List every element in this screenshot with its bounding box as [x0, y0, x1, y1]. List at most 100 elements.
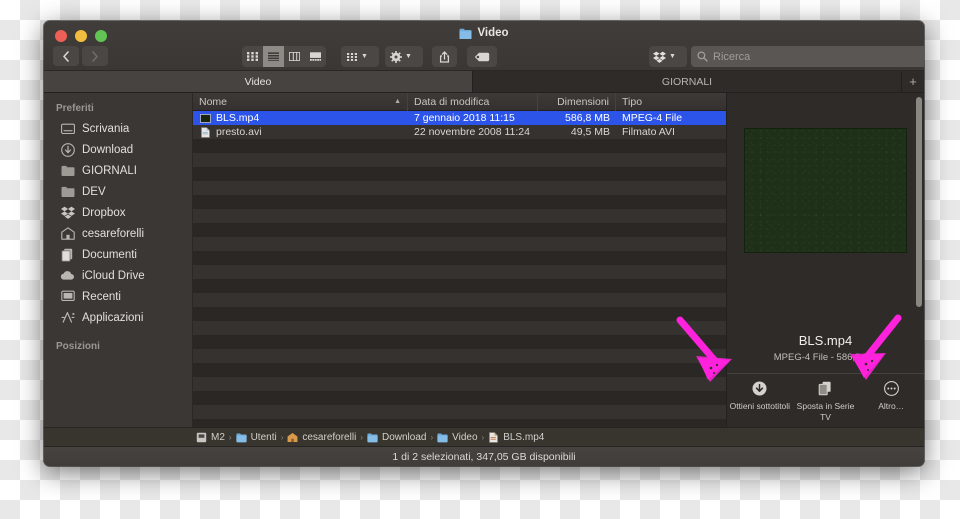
- chevron-up-icon: ▲: [394, 98, 401, 105]
- breadcrumb-separator: ›: [360, 432, 363, 442]
- empty-row: [193, 335, 726, 349]
- sidebar-item-cesareforelli[interactable]: cesareforelli: [44, 223, 192, 244]
- sidebar-item-applicazioni[interactable]: Applicazioni: [44, 307, 192, 328]
- video-preview-thumbnail: [744, 128, 907, 253]
- breadcrumb-cesareforelli[interactable]: cesareforelli: [287, 432, 356, 443]
- back-button[interactable]: [53, 46, 79, 66]
- tab-video[interactable]: Video: [44, 71, 473, 92]
- sidebar-item-dropbox[interactable]: Dropbox: [44, 202, 192, 223]
- breadcrumb-separator: ›: [280, 432, 284, 442]
- altro-button[interactable]: Altro…: [858, 380, 924, 427]
- share-button[interactable]: [432, 46, 457, 67]
- sposta-in-serie-tv-button[interactable]: Sposta in Serie TV: [793, 380, 859, 427]
- gear-icon-wrap: [385, 46, 406, 67]
- breadcrumb-video[interactable]: Video: [437, 431, 478, 443]
- gear-icon: [389, 50, 402, 63]
- breadcrumb-label: Utenti: [250, 431, 277, 443]
- action-menu-button[interactable]: ▼: [385, 46, 423, 67]
- list-view-icon: [268, 52, 279, 61]
- empty-row: [193, 363, 726, 377]
- chevron-left-icon: [63, 50, 69, 62]
- column-header-tipo[interactable]: Tipo: [616, 93, 726, 111]
- preview-thumbnail-wrap: [727, 93, 924, 333]
- file-name: BLS.mp4: [216, 112, 260, 124]
- list-view-button[interactable]: [263, 46, 284, 67]
- folder-icon: [236, 433, 247, 442]
- sidebar-item-scrivania[interactable]: Scrivania: [44, 118, 192, 139]
- arrange-by-button[interactable]: ▼: [341, 46, 379, 67]
- sidebar-item-label: Dropbox: [82, 206, 126, 219]
- column-header-nome[interactable]: Nome ▲: [193, 92, 408, 111]
- new-tab-button[interactable]: +: [902, 71, 924, 92]
- arrange-grid-icon: [346, 52, 357, 61]
- column-header-data[interactable]: Data di modifica: [408, 92, 538, 111]
- breadcrumb-m2[interactable]: M2: [196, 432, 225, 443]
- file-icon: [489, 431, 499, 443]
- sidebar-item-documenti[interactable]: Documenti: [44, 244, 192, 265]
- table-row[interactable]: presto.avi 22 novembre 2008 11:24 49,5 M…: [193, 125, 726, 139]
- column-header-dimensioni[interactable]: Dimensioni: [538, 92, 616, 111]
- cell-date: 22 novembre 2008 11:24: [414, 126, 530, 138]
- sidebar-item-recenti[interactable]: Recenti: [44, 286, 192, 307]
- preview-file-subtitle: MPEG-4 File - 586,8 MB: [773, 352, 878, 363]
- sidebar: Preferiti Scrivania Download GIORNALI DE…: [44, 93, 193, 427]
- search-field[interactable]: Ricerca: [691, 46, 924, 67]
- folder-icon: [60, 184, 75, 199]
- empty-row: [193, 251, 726, 265]
- desktop-icon: [60, 121, 75, 136]
- recents-icon: [60, 289, 75, 304]
- navigation-buttons: [53, 46, 108, 66]
- tab-giornali[interactable]: GIORNALI: [473, 71, 902, 92]
- preview-file-name: BLS.mp4: [798, 333, 853, 348]
- page-title: Video: [477, 27, 509, 39]
- folder-icon: [367, 433, 378, 442]
- file-rows: BLS.mp4 7 gennaio 2018 11:15 586,8 MB MP…: [193, 111, 726, 427]
- empty-row: [193, 279, 726, 293]
- ottieni-sottotitoli-button[interactable]: Ottieni sottotitoli: [727, 380, 793, 427]
- breadcrumb-bls-mp4[interactable]: BLS.mp4: [488, 432, 544, 443]
- forward-button[interactable]: [82, 46, 108, 66]
- breadcrumb-download[interactable]: Download: [367, 432, 426, 443]
- breadcrumb-utenti[interactable]: Utenti: [236, 432, 277, 443]
- breadcrumb-separator: ›: [430, 432, 434, 442]
- sidebar-item-label: Scrivania: [82, 122, 130, 135]
- empty-row: [193, 391, 726, 405]
- window-body: Preferiti Scrivania Download GIORNALI DE…: [44, 92, 924, 427]
- cell-type: Filmato AVI: [622, 126, 675, 138]
- sidebar-item-download[interactable]: Download: [44, 139, 192, 160]
- sidebar-section-posizioni: Posizioni: [56, 341, 100, 352]
- sidebar-item-label: Applicazioni: [82, 311, 144, 324]
- breadcrumb-separator: ›: [228, 432, 232, 442]
- arrange-grid-icon-wrap: [341, 46, 362, 67]
- sidebar-item-giornali[interactable]: GIORNALI: [44, 160, 192, 181]
- preview-actions: Ottieni sottotitoli Sposta in Serie TV A…: [727, 373, 924, 427]
- dropbox-icon-wrap: [649, 46, 670, 67]
- column-view-icon: [289, 52, 300, 61]
- search-placeholder: Ricerca: [713, 50, 751, 63]
- download-circle-icon: [751, 380, 768, 397]
- cloud-icon: [60, 268, 75, 283]
- preview-scrollbar[interactable]: [916, 97, 922, 307]
- column-view-button[interactable]: [284, 46, 305, 67]
- sidebar-item-label: GIORNALI: [82, 164, 137, 177]
- dropbox-toolbar-button[interactable]: ▼: [649, 46, 687, 67]
- folder-icon: [60, 163, 75, 178]
- dropbox-icon: [60, 205, 75, 220]
- download-icon: [60, 142, 75, 157]
- icon-view-button[interactable]: [242, 46, 263, 67]
- tab-bar: Video GIORNALI +: [44, 71, 924, 93]
- column-headers: Nome ▲ Data di modifica Dimensioni Tipo: [193, 92, 726, 111]
- empty-row: [193, 321, 726, 335]
- table-row[interactable]: BLS.mp4 7 gennaio 2018 11:15 586,8 MB MP…: [193, 111, 726, 125]
- sidebar-item-dev[interactable]: DEV: [44, 181, 192, 202]
- sidebar-item-icloud-drive[interactable]: iCloud Drive: [44, 265, 192, 286]
- tag-button[interactable]: [467, 46, 497, 67]
- empty-row: [193, 377, 726, 391]
- home-icon: [287, 432, 298, 442]
- empty-row: [193, 139, 726, 153]
- preview-metadata: BLS.mp4 MPEG-4 File - 586,8 MB: [727, 333, 924, 373]
- gallery-view-button[interactable]: [305, 46, 326, 67]
- breadcrumb-label: Video: [452, 431, 478, 443]
- disk-icon: [196, 432, 207, 442]
- breadcrumb-label: M2: [211, 431, 225, 443]
